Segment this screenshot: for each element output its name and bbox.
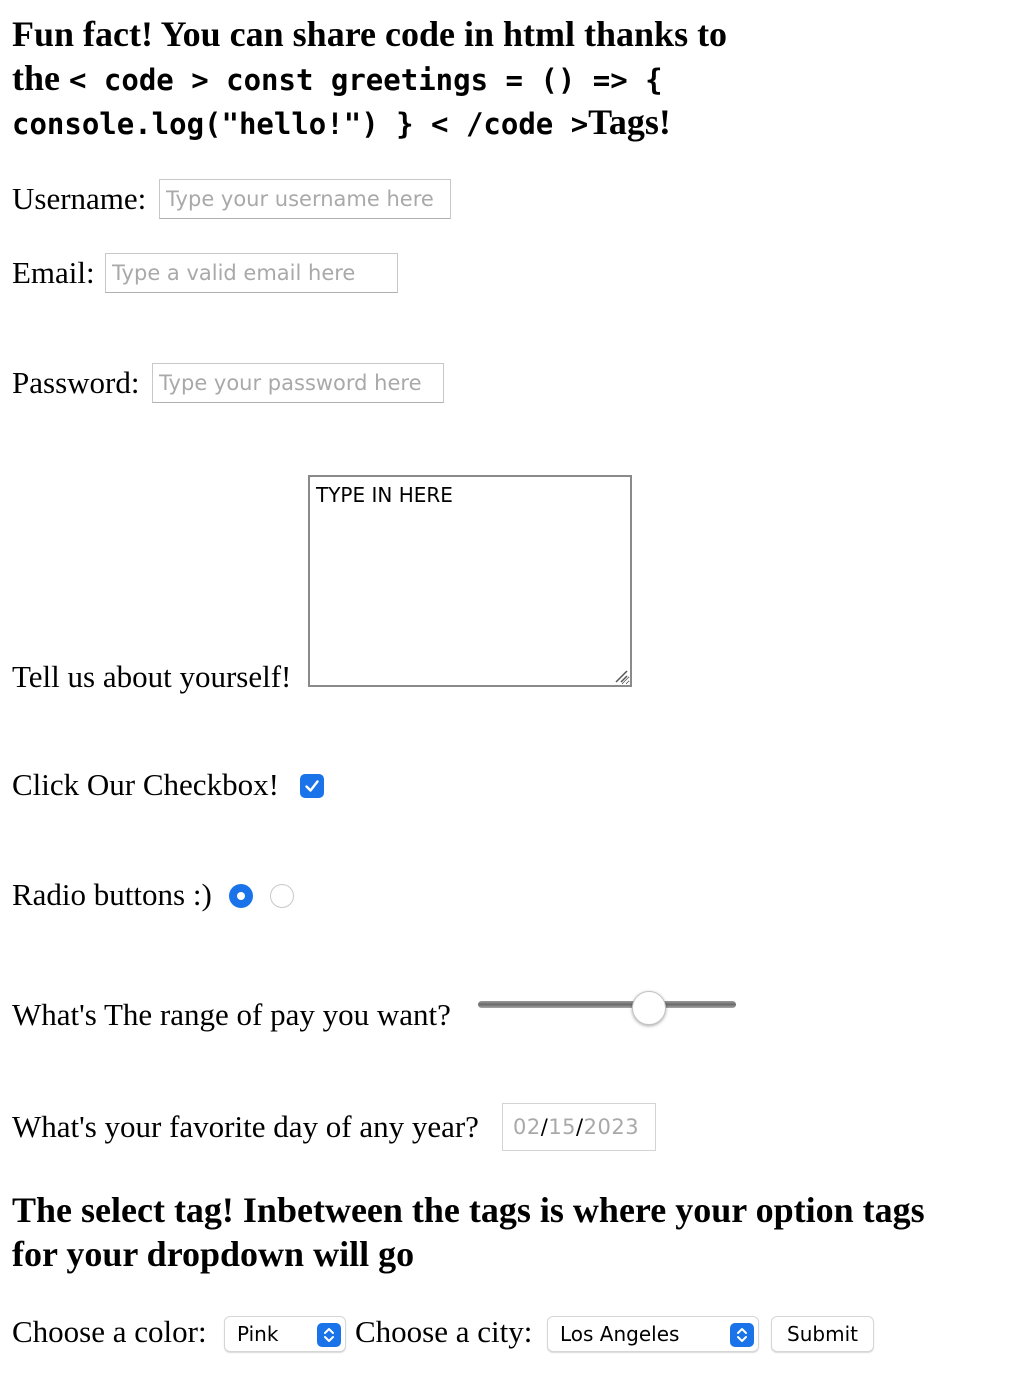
username-label: Username: <box>12 181 147 216</box>
chevron-updown-icon <box>317 1323 341 1347</box>
code-snippet-line1: < code > const greetings = () => { <box>69 63 663 97</box>
date-month[interactable]: 02 <box>513 1115 541 1139</box>
city-select-label: Choose a city: <box>355 1314 533 1349</box>
email-input[interactable] <box>105 253 398 293</box>
date-separator: / <box>540 1115 549 1139</box>
intro-heading-prefix: the <box>12 58 60 98</box>
checkmark-icon <box>305 780 319 792</box>
date-separator: / <box>576 1115 584 1139</box>
date-year[interactable]: 2023 <box>584 1115 639 1139</box>
color-select-label: Choose a color: <box>12 1314 207 1349</box>
about-textarea[interactable] <box>308 475 632 687</box>
password-label: Password: <box>12 365 140 400</box>
date-label: What's your favorite day of any year? <box>12 1109 479 1144</box>
range-label: What's The range of pay you want? <box>12 997 451 1032</box>
select-heading-line2: for your dropdown will go <box>12 1234 415 1274</box>
city-select[interactable]: Los Angeles <box>547 1316 759 1352</box>
date-day[interactable]: 15 <box>548 1115 576 1139</box>
about-label: Tell us about yourself! <box>12 659 292 694</box>
intro-heading-suffix: Tags! <box>588 102 671 142</box>
chevron-updown-icon <box>730 1323 754 1347</box>
pay-range-thumb[interactable] <box>631 991 666 1025</box>
agree-checkbox[interactable] <box>300 774 324 798</box>
intro-heading-line2: the < code > const greetings = () => { <box>12 56 663 102</box>
radio-label: Radio buttons :) <box>12 877 212 912</box>
email-label: Email: <box>12 255 95 290</box>
radio-option-2[interactable] <box>270 884 294 908</box>
color-select-value: Pink <box>237 1322 279 1346</box>
intro-heading-line3: console.log("hello!") } < /code >Tags! <box>12 100 671 146</box>
radio-option-1[interactable] <box>229 884 253 908</box>
resize-grip-icon[interactable] <box>614 669 628 683</box>
username-input[interactable] <box>159 179 451 219</box>
submit-button[interactable]: Submit <box>771 1316 874 1352</box>
select-heading-line1: The select tag! Inbetween the tags is wh… <box>12 1190 925 1230</box>
checkbox-label: Click Our Checkbox! <box>12 767 279 802</box>
favorite-day-input[interactable]: 02/15/2023 <box>502 1103 656 1151</box>
pay-range-track[interactable] <box>478 1001 736 1008</box>
city-select-value: Los Angeles <box>560 1322 680 1346</box>
password-input[interactable] <box>152 363 444 403</box>
code-snippet-line2: console.log("hello!") } < /code > <box>12 107 589 141</box>
color-select[interactable]: Pink <box>224 1316 346 1352</box>
intro-heading-line1: Fun fact! You can share code in html tha… <box>12 14 728 54</box>
